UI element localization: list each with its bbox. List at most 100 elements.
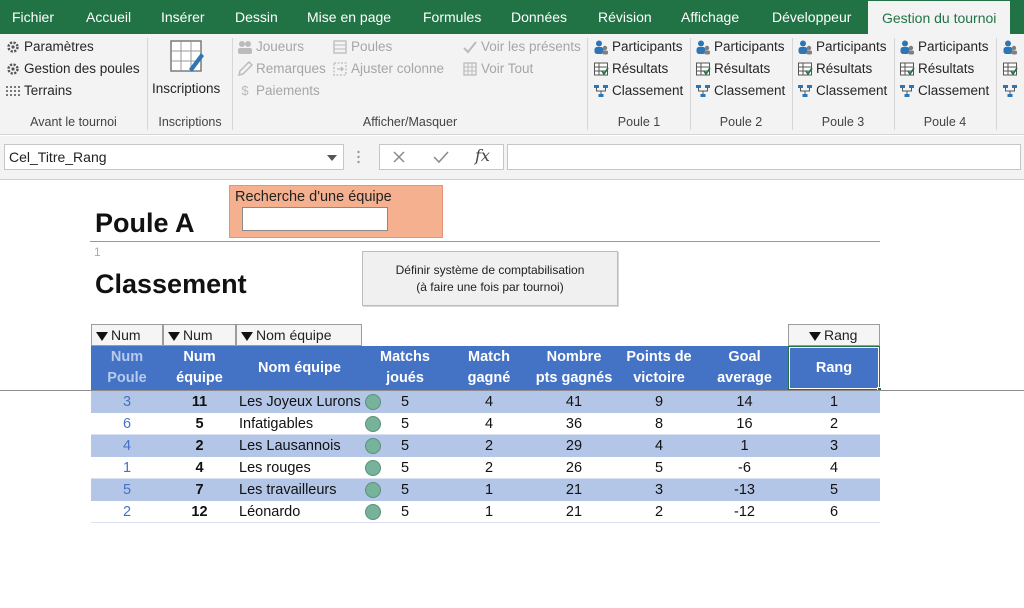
poule2-participants-button[interactable]: Participants: [695, 37, 785, 57]
header-nom-equipe[interactable]: Nom équipe: [236, 346, 363, 390]
terrains-button[interactable]: Terrains: [5, 81, 72, 101]
table-row[interactable]: 5 7 Les travailleurs 5 1 21 3 -13 5: [91, 479, 880, 501]
cell-goal[interactable]: -6: [701, 457, 788, 479]
cell-gagne[interactable]: 4: [447, 413, 531, 435]
cell-equipe[interactable]: 2: [163, 435, 236, 457]
poule2-resultats-button[interactable]: Résultats: [695, 59, 770, 79]
filter-num-poule-button[interactable]: Num: [91, 324, 163, 346]
cell-nom[interactable]: Léonardo: [239, 501, 363, 523]
tab-developpeur[interactable]: Développeur: [772, 0, 851, 34]
filter-num-equipe-button[interactable]: Num: [163, 324, 236, 346]
filter-nom-equipe-button[interactable]: Nom équipe: [236, 324, 362, 346]
cell-goal[interactable]: 14: [701, 391, 788, 413]
cell-poule[interactable]: 6: [91, 413, 163, 435]
header-matchs-joues[interactable]: Matchs joués: [363, 346, 447, 390]
cancel-icon[interactable]: [392, 150, 406, 164]
cell-nom[interactable]: Les rouges: [239, 457, 363, 479]
cell-nom[interactable]: Les travailleurs: [239, 479, 363, 501]
poule3-participants-button[interactable]: Participants: [797, 37, 887, 57]
cell-rang[interactable]: 2: [788, 413, 880, 435]
ranking-icon[interactable]: [1002, 83, 1018, 99]
tab-gestion-du-tournoi[interactable]: Gestion du tournoi: [868, 0, 1011, 34]
tab-fichier[interactable]: Fichier: [12, 0, 54, 34]
table-icon[interactable]: [1002, 61, 1018, 77]
cell-gagne[interactable]: 4: [447, 391, 531, 413]
parametres-button[interactable]: Paramètres: [5, 37, 94, 57]
cell-poule[interactable]: 3: [91, 391, 163, 413]
cell-victoire[interactable]: 3: [617, 479, 701, 501]
tab-donnees[interactable]: Données: [511, 0, 567, 34]
gestion-des-poules-button[interactable]: Gestion des poules: [5, 59, 140, 79]
poule4-classement-button[interactable]: Classement: [899, 81, 989, 101]
poule4-participants-button[interactable]: Participants: [899, 37, 989, 57]
tab-accueil[interactable]: Accueil: [86, 0, 131, 34]
cell-poule[interactable]: 5: [91, 479, 163, 501]
tab-revision[interactable]: Révision: [598, 0, 652, 34]
name-box[interactable]: Cel_Titre_Rang: [4, 144, 344, 170]
cell-victoire[interactable]: 5: [617, 457, 701, 479]
tab-dessin[interactable]: Dessin: [235, 0, 278, 34]
cell-victoire[interactable]: 2: [617, 501, 701, 523]
cell-victoire[interactable]: 4: [617, 435, 701, 457]
table-row[interactable]: 2 12 Léonardo 5 1 21 2 -12 6: [91, 501, 880, 523]
cell-nom[interactable]: Les Lausannois: [239, 435, 363, 457]
cell-equipe[interactable]: 5: [163, 413, 236, 435]
cell-equipe[interactable]: 11: [163, 391, 236, 413]
chevron-down-icon[interactable]: [327, 155, 337, 161]
cell-equipe[interactable]: 12: [163, 501, 236, 523]
cell-goal[interactable]: -12: [701, 501, 788, 523]
tab-formules[interactable]: Formules: [423, 0, 481, 34]
paiements-button[interactable]: $ Paiements: [237, 81, 319, 101]
cell-pts[interactable]: 26: [531, 457, 617, 479]
cell-victoire[interactable]: 8: [617, 413, 701, 435]
joueurs-button[interactable]: Joueurs: [237, 37, 304, 57]
tab-inserer[interactable]: Insérer: [161, 0, 205, 34]
cell-gagne[interactable]: 1: [447, 479, 531, 501]
poule1-resultats-button[interactable]: Résultats: [593, 59, 668, 79]
cell-poule[interactable]: 4: [91, 435, 163, 457]
cell-rang[interactable]: 3: [788, 435, 880, 457]
table-row[interactable]: 4 2 Les Lausannois 5 2 29 4 1 3: [91, 435, 880, 457]
team-search-input[interactable]: [242, 207, 388, 231]
cell-goal[interactable]: 1: [701, 435, 788, 457]
cell-rang[interactable]: 4: [788, 457, 880, 479]
cell-pts[interactable]: 29: [531, 435, 617, 457]
poule4-resultats-button[interactable]: Résultats: [899, 59, 974, 79]
cell-rang[interactable]: 1: [788, 391, 880, 413]
poule1-classement-button[interactable]: Classement: [593, 81, 683, 101]
header-nombre-pts-gagnes[interactable]: Nombre pts gagnés: [531, 346, 617, 390]
cell-gagne[interactable]: 2: [447, 435, 531, 457]
cell-pts[interactable]: 36: [531, 413, 617, 435]
cell-poule[interactable]: 1: [91, 457, 163, 479]
users-icon[interactable]: [1002, 39, 1018, 55]
header-rang[interactable]: Rang: [788, 346, 882, 392]
cell-goal[interactable]: -13: [701, 479, 788, 501]
cell-nom[interactable]: Infatigables: [239, 413, 363, 435]
define-scoring-button[interactable]: Définir système de comptabilisation (à f…: [362, 251, 618, 306]
cell-gagne[interactable]: 2: [447, 457, 531, 479]
table-row[interactable]: 6 5 Infatigables 5 4 36 8 16 2: [91, 413, 880, 435]
cell-rang[interactable]: 5: [788, 479, 880, 501]
tab-affichage[interactable]: Affichage: [681, 0, 739, 34]
inscriptions-button[interactable]: Inscriptions: [150, 37, 224, 107]
header-points-de-victoire[interactable]: Points de victoire: [617, 346, 701, 390]
header-num-equipe[interactable]: Num équipe: [163, 346, 236, 390]
header-goal-average[interactable]: Goal average: [701, 346, 788, 390]
insert-function-icon[interactable]: fx: [475, 146, 490, 165]
cell-victoire[interactable]: 9: [617, 391, 701, 413]
table-row[interactable]: 1 4 Les rouges 5 2 26 5 -6 4: [91, 457, 880, 479]
tab-mise-en-page[interactable]: Mise en page: [307, 0, 391, 34]
poule3-classement-button[interactable]: Classement: [797, 81, 887, 101]
cell-equipe[interactable]: 7: [163, 479, 236, 501]
cell-equipe[interactable]: 4: [163, 457, 236, 479]
poule2-classement-button[interactable]: Classement: [695, 81, 785, 101]
cell-pts[interactable]: 21: [531, 501, 617, 523]
poule1-participants-button[interactable]: Participants: [593, 37, 683, 57]
check-icon[interactable]: [433, 150, 449, 164]
table-row[interactable]: 3 11 Les Joyeux Lurons 5 4 41 9 14 1: [91, 391, 880, 413]
cell-goal[interactable]: 16: [701, 413, 788, 435]
cell-pts[interactable]: 21: [531, 479, 617, 501]
cell-pts[interactable]: 41: [531, 391, 617, 413]
cell-poule[interactable]: 2: [91, 501, 163, 523]
filter-rang-button[interactable]: Rang: [788, 324, 880, 346]
